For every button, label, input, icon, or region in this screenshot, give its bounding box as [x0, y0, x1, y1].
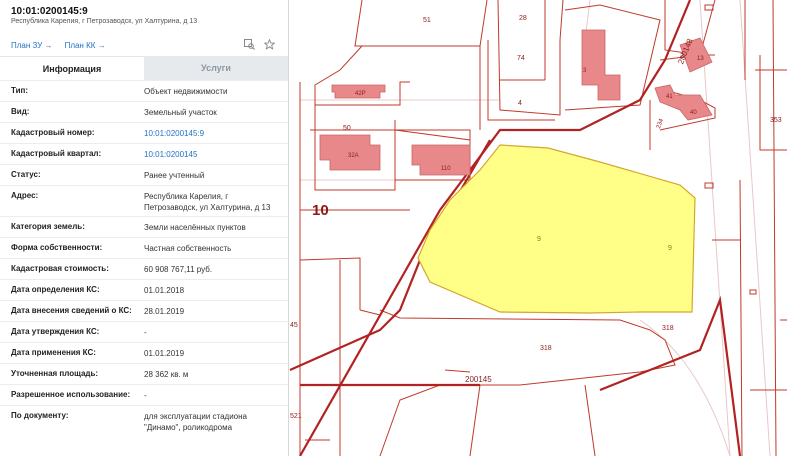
row-label: Адрес: — [11, 191, 39, 200]
map-label: 40 — [690, 110, 697, 116]
plan-kk-link[interactable]: План КК → — [65, 41, 106, 50]
row-value: 28 362 кв. м — [144, 370, 189, 379]
map-label: 353 — [770, 117, 782, 124]
map-label: 9 — [537, 236, 541, 243]
map-label: 13 — [697, 56, 704, 62]
map-label: 28 — [519, 15, 527, 22]
map-label: 45 — [290, 322, 298, 329]
table-row: Форма собственности: Частная собственнос… — [0, 237, 288, 259]
plan-zu-link[interactable]: План ЗУ → — [11, 41, 53, 50]
table-row: Кадастровый квартал: 10:01:0200145 — [0, 143, 288, 165]
panel-header: 10:01:0200145:9 Республика Карелия, г Пе… — [0, 0, 288, 56]
table-row: Статус: Ранее учтенный — [0, 164, 288, 186]
cadastral-quarter-link[interactable]: 10:01:0200145 — [144, 149, 282, 160]
star-icon[interactable] — [263, 38, 275, 50]
row-value: 01.01.2019 — [144, 349, 185, 358]
row-label: Категория земель: — [11, 222, 85, 231]
row-value: - — [144, 391, 147, 400]
table-row: Дата применения КС: 01.01.2019 — [0, 342, 288, 364]
table-row: Адрес: Республика Карелия, г Петрозаводс… — [0, 185, 288, 217]
row-value: 60 908 767,11 руб. — [144, 265, 213, 274]
table-row: Категория земель: Земли населённых пункт… — [0, 216, 288, 238]
row-label: Тип: — [11, 86, 28, 95]
map-label: 521 — [290, 413, 302, 420]
info-panel: 10:01:0200145:9 Республика Карелия, г Пе… — [0, 0, 289, 456]
table-row: Дата определения КС: 01.01.2018 — [0, 279, 288, 301]
row-label: Уточненная площадь: — [11, 369, 99, 378]
map-label: 50 — [343, 125, 351, 132]
row-label: Дата внесения сведений о КС: — [11, 306, 132, 315]
row-value: 01.01.2018 — [144, 286, 185, 295]
row-label: Разрешенное использование: — [11, 390, 131, 399]
row-value: - — [144, 328, 147, 337]
map-label: 41 — [666, 94, 673, 100]
quarter-label: 200145 — [465, 375, 492, 384]
row-label: Кадастровый номер: — [11, 128, 95, 137]
table-row: Кадастровая стоимость: 60 908 767,11 руб… — [0, 258, 288, 280]
row-value: 28.01.2019 — [144, 307, 185, 316]
table-row: Вид: Земельный участок — [0, 101, 288, 123]
row-value: Республика Карелия, г Петрозаводск, ул Х… — [144, 192, 271, 212]
map-label: 110 — [441, 166, 451, 172]
row-label: Дата применения КС: — [11, 348, 96, 357]
table-row: Кадастровый номер: 10:01:0200145:9 — [0, 122, 288, 144]
map-label: 42Р — [355, 91, 366, 97]
header-address: Республика Карелия, г Петрозаводск, ул Х… — [11, 18, 198, 25]
cadastral-number-title: 10:01:0200145:9 — [11, 6, 88, 17]
row-label: Вид: — [11, 107, 30, 116]
tab-info[interactable]: Информация — [0, 56, 144, 80]
row-value: Частная собственность — [144, 244, 232, 253]
row-value: Ранее учтенный — [144, 171, 205, 180]
table-row: Тип: Объект недвижимости — [0, 80, 288, 102]
row-label: Форма собственности: — [11, 243, 103, 252]
row-value: Земельный участок — [144, 108, 217, 117]
map-label: 4 — [518, 100, 522, 107]
table-row: По документу: для эксплуатации стадиона … — [0, 405, 288, 455]
table-row: Разрешенное использование: - — [0, 384, 288, 406]
row-value: Земли населённых пунктов — [144, 223, 246, 232]
map-label: 74 — [517, 55, 525, 62]
row-label: Кадастровый квартал: — [11, 149, 102, 158]
row-label: Статус: — [11, 170, 41, 179]
table-row: Уточненная площадь: 28 362 кв. м — [0, 363, 288, 385]
map-label: 32А — [348, 153, 359, 159]
map-label: 9 — [668, 245, 672, 252]
table-row: Дата внесения сведений о КС: 28.01.2019 — [0, 300, 288, 322]
map-label: 51 — [423, 17, 431, 24]
cadastral-number-link[interactable]: 10:01:0200145:9 — [144, 128, 282, 139]
row-value: Объект недвижимости — [144, 87, 228, 96]
district-number: 10 — [312, 202, 329, 219]
row-label: Дата определения КС: — [11, 285, 100, 294]
tab-services[interactable]: Услуги — [144, 56, 288, 80]
zoom-to-icon[interactable] — [243, 38, 255, 50]
row-label: Кадастровая стоимость: — [11, 264, 109, 273]
row-label: Дата утверждения КС: — [11, 327, 100, 336]
map-label: 318 — [540, 345, 552, 352]
row-value: для эксплуатации стадиона "Динамо", роли… — [144, 412, 247, 432]
table-row: Дата утверждения КС: - — [0, 321, 288, 343]
map-label: 318 — [662, 325, 674, 332]
row-label: По документу: — [11, 411, 69, 420]
